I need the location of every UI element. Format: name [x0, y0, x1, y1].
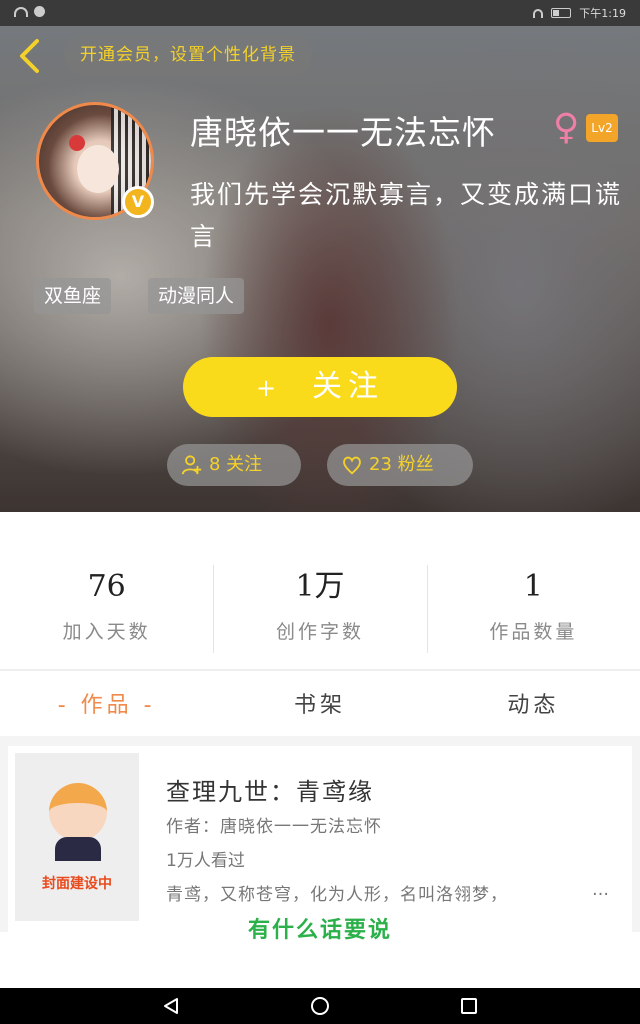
work-description: 青鸢，又称苍穹，化为人形，名叫洛翎梦，: [166, 885, 508, 905]
avatar-flower: [69, 135, 85, 151]
follow-button[interactable]: + 关注: [183, 357, 457, 417]
tab-bookshelf[interactable]: 书架: [213, 676, 426, 736]
following-count: 8 关注: [209, 454, 263, 475]
work-cover: 封面建设中: [15, 753, 139, 921]
notification-icon: [34, 6, 45, 17]
heart-icon: [343, 456, 361, 475]
username: 唐晓依一一无法忘怀: [190, 113, 496, 152]
stat-days-joined: 76 加入天数: [0, 563, 213, 655]
wifi-icon: [14, 6, 28, 17]
header-background: [0, 26, 640, 512]
verified-badge: V: [122, 186, 154, 218]
tab-works[interactable]: 作品: [0, 676, 213, 736]
stat-label: 作品数量: [489, 621, 578, 643]
back-button[interactable]: [12, 36, 48, 76]
status-left: [14, 6, 45, 17]
cover-character: [49, 783, 107, 841]
tag-constellation: 双鱼座: [34, 278, 112, 314]
work-author: 作者：唐晓依一一无法忘怀: [166, 817, 382, 837]
stat-label: 加入天数: [62, 621, 151, 643]
profile-header: 开通会员，设置个性化背景 V 唐晓依一一无法忘怀 ♀ Lv2 我们先学会沉默寡言…: [0, 26, 640, 512]
cover-character-body: [55, 837, 101, 861]
work-views: 1万人看过: [166, 851, 245, 871]
avatar-face: [77, 145, 119, 193]
stat-label: 创作字数: [275, 621, 364, 643]
level-badge: Lv2: [586, 114, 618, 142]
stat-works-count: 1 作品数量: [426, 563, 640, 655]
stat-value: 76: [87, 569, 126, 604]
status-bar: 下午1:19: [0, 0, 640, 26]
divider: [0, 669, 640, 671]
nav-recent-apps-icon[interactable]: [461, 998, 477, 1014]
chevron-left-icon: [20, 39, 39, 73]
cover-placeholder-text: 封面建设中: [42, 876, 112, 892]
work-card[interactable]: 封面建设中 查理九世：青鸢缘 作者：唐晓依一一无法忘怀 1万人看过 青鸢，又称苍…: [8, 746, 632, 932]
status-right: 下午1:19: [533, 5, 626, 21]
nav-home-icon[interactable]: [311, 997, 329, 1015]
system-nav-bar: [0, 988, 640, 1024]
follow-label: 关注: [312, 369, 385, 404]
battery-icon: [551, 8, 572, 18]
comment-prompt[interactable]: 有什么话要说: [0, 912, 640, 944]
description-ellipsis: …: [592, 880, 609, 900]
work-title: 查理九世：青鸢缘: [166, 778, 374, 806]
vip-promo-button[interactable]: 开通会员，设置个性化背景: [64, 34, 312, 76]
profile-stats: 76 加入天数 1万 创作字数 1 作品数量: [0, 563, 640, 655]
fans-count-button[interactable]: 23 粉丝: [327, 444, 473, 486]
stat-value: 1: [523, 569, 543, 604]
profile-tabs: 作品 书架 动态: [0, 676, 640, 736]
plus-icon: +: [255, 374, 283, 402]
following-count-button[interactable]: 8 关注: [167, 444, 301, 486]
tab-activity[interactable]: 动态: [427, 676, 640, 736]
fans-count: 23 粉丝: [369, 454, 434, 475]
stat-word-count: 1万 创作字数: [213, 563, 426, 655]
profile-bio: 我们先学会沉默寡言，又变成满口谎言: [190, 180, 623, 251]
user-plus-icon: [181, 455, 202, 475]
female-icon: ♀: [553, 107, 580, 148]
headphone-icon: [533, 8, 544, 18]
stat-value: 1万: [295, 569, 345, 604]
status-time: 下午1:19: [579, 7, 626, 20]
tag-interest: 动漫同人: [148, 278, 245, 314]
nav-back-icon[interactable]: [162, 997, 180, 1015]
